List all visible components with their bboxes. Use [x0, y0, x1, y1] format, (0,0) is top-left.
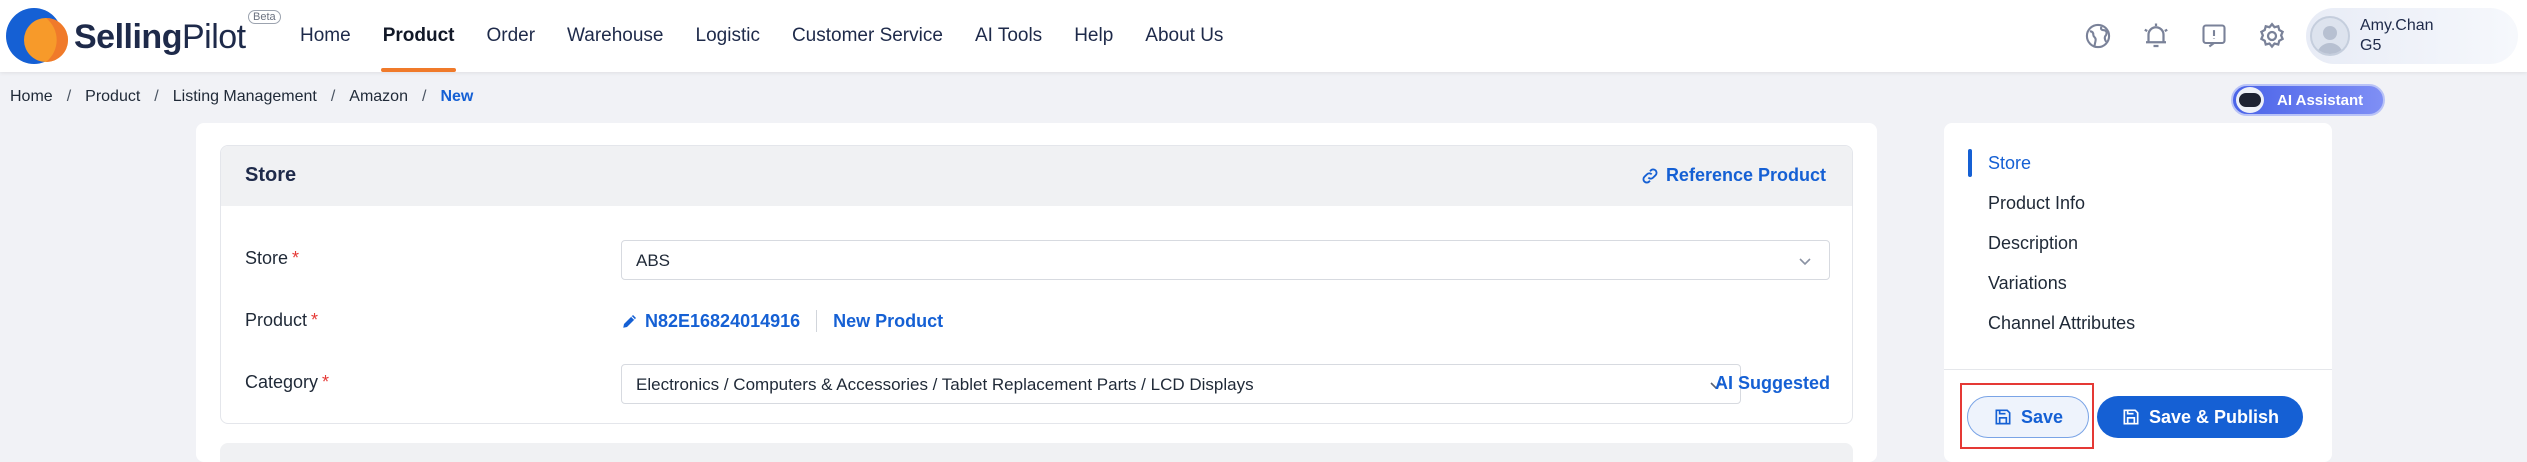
link-icon — [1642, 168, 1658, 183]
section-nav-variations[interactable]: Variations — [1968, 263, 2308, 303]
logo-icon — [6, 8, 68, 64]
avatar — [2310, 16, 2350, 56]
user-name: Amy.Chan — [2360, 17, 2434, 34]
category-select-value: Electronics / Computers & Accessories / … — [636, 375, 1254, 394]
category-label: Category * — [245, 372, 330, 392]
save-label: Save — [2020, 406, 2064, 427]
ai-suggested-link[interactable]: AI Suggested — [1715, 373, 1830, 394]
reference-product-label: Reference Product — [1665, 165, 1826, 185]
pencil-icon — [623, 315, 636, 328]
store-row: Store * ABS — [245, 240, 1830, 280]
nav-item-warehouse[interactable]: Warehouse — [551, 0, 679, 72]
breadcrumb-home[interactable]: Home — [10, 88, 53, 106]
section-nav-description[interactable]: Description — [1968, 223, 2308, 263]
breadcrumb: Home / Product / Listing Management / Am… — [10, 88, 473, 106]
product-id: N82E16824014916 — [645, 310, 801, 331]
sellingpilot-logo[interactable]: SellingPilot Beta — [4, 4, 281, 68]
save-icon — [1995, 409, 2011, 425]
nav-item-home[interactable]: Home — [284, 0, 367, 72]
store-select[interactable]: ABS — [621, 240, 1830, 280]
main-nav: Home Product Order Warehouse Logistic Cu… — [284, 0, 1239, 72]
save-button[interactable]: Save — [1967, 396, 2089, 438]
product-label: Product * — [245, 310, 319, 330]
nav-item-customer-service[interactable]: Customer Service — [776, 0, 959, 72]
product-id-link[interactable]: N82E16824014916 — [621, 311, 800, 332]
save-and-publish-label: Save & Publish — [2148, 406, 2280, 427]
nav-item-about-us[interactable]: About Us — [1129, 0, 1239, 72]
breadcrumb-listing-management[interactable]: Listing Management — [173, 88, 317, 106]
save-icon — [2123, 409, 2139, 425]
header-actions — [2080, 14, 2290, 58]
section-title: Store — [245, 164, 297, 186]
section-nav-product-info[interactable]: Product Info — [1968, 183, 2308, 223]
chevron-down-icon — [1799, 258, 1811, 266]
user-menu[interactable]: Amy.Chan G5 — [2306, 8, 2518, 64]
product-status: New Product — [833, 310, 944, 331]
save-and-publish-button[interactable]: Save & Publish — [2097, 396, 2303, 438]
category-row: Category * Electronics / Computers & Acce… — [245, 364, 1830, 404]
category-select[interactable]: Electronics / Computers & Accessories / … — [621, 364, 1741, 404]
store-section-header: Store Reference Product — [221, 146, 1852, 206]
breadcrumb-separator: / — [421, 88, 427, 105]
user-org: G5 — [2360, 37, 2382, 54]
feedback-icon[interactable] — [2196, 18, 2232, 54]
section-nav-channel-attributes[interactable]: Channel Attributes — [1968, 303, 2308, 343]
ai-assistant-label: AI Assistant — [2277, 91, 2364, 109]
divider — [816, 310, 818, 332]
store-section: Store Reference Product Store * ABS Produ… — [220, 145, 1853, 424]
breadcrumb-product[interactable]: Product — [85, 88, 140, 106]
next-section-header — [220, 443, 1853, 462]
listing-form-card: Store Reference Product Store * ABS Produ… — [196, 123, 1877, 462]
store-select-value: ABS — [636, 251, 671, 270]
breadcrumb-separator: / — [330, 88, 336, 105]
nav-item-logistic[interactable]: Logistic — [680, 0, 776, 72]
store-label: Store * — [245, 248, 300, 268]
section-nav-store[interactable]: Store — [1968, 143, 2308, 183]
nav-item-order[interactable]: Order — [470, 0, 551, 72]
divider — [1944, 369, 2332, 370]
brand-name: SellingPilot — [74, 18, 246, 56]
globe-icon[interactable] — [2080, 18, 2116, 54]
product-info: N82E16824014916 New Product — [621, 310, 943, 332]
settings-icon[interactable] — [2254, 18, 2290, 54]
breadcrumb-separator: / — [154, 88, 159, 105]
nav-item-ai-tools[interactable]: AI Tools — [959, 0, 1058, 72]
bell-icon[interactable] — [2138, 18, 2174, 54]
breadcrumb-current: New — [440, 88, 474, 105]
product-row: Product * N82E16824014916 New Product — [245, 302, 1830, 342]
robot-icon — [2236, 87, 2264, 113]
breadcrumb-amazon[interactable]: Amazon — [349, 88, 408, 106]
top-navbar: SellingPilot Beta Home Product Order War… — [0, 0, 2527, 72]
nav-item-product[interactable]: Product — [367, 0, 471, 72]
ai-assistant-button[interactable]: AI Assistant — [2231, 84, 2385, 116]
reference-product-link[interactable]: Reference Product — [1640, 165, 1826, 186]
section-nav: Store Product Info Description Variation… — [1968, 143, 2308, 343]
nav-item-help[interactable]: Help — [1058, 0, 1129, 72]
beta-badge: Beta — [248, 10, 281, 24]
breadcrumb-separator: / — [66, 88, 72, 105]
